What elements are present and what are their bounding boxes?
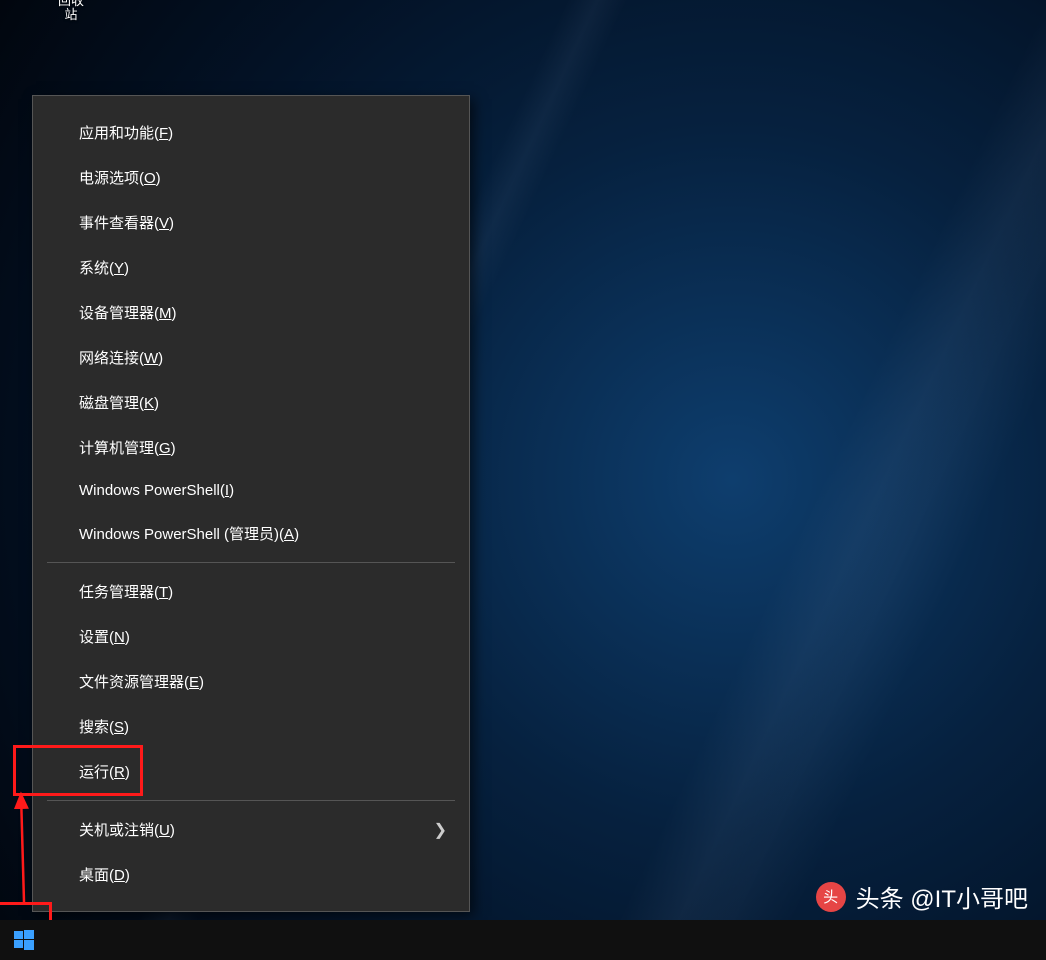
menu-separator xyxy=(47,562,455,563)
menu-item-label: 应用和功能(F) xyxy=(79,122,173,143)
menu-item-label: 桌面(D) xyxy=(79,864,130,885)
menu-item-label: 设置(N) xyxy=(79,626,130,647)
menu-item-settings[interactable]: 设置(N) xyxy=(33,614,469,659)
menu-item-desktop[interactable]: 桌面(D) xyxy=(33,852,469,897)
menu-item-label: 电源选项(O) xyxy=(79,167,161,188)
watermark-text: 头条 @IT小哥吧 xyxy=(856,879,1028,914)
menu-item-label: 磁盘管理(K) xyxy=(79,392,159,413)
start-button[interactable] xyxy=(0,920,48,960)
menu-item-label: Windows PowerShell(I) xyxy=(79,482,234,499)
taskbar xyxy=(0,920,1046,960)
menu-item-label: 网络连接(W) xyxy=(79,347,163,368)
menu-item-task-manager[interactable]: 任务管理器(T) xyxy=(33,569,469,614)
menu-item-run[interactable]: 运行(R) xyxy=(33,749,469,794)
menu-item-computer-management[interactable]: 计算机管理(G) xyxy=(33,425,469,470)
menu-item-shutdown-signout[interactable]: 关机或注销(U) ❯ xyxy=(33,807,469,852)
menu-item-device-manager[interactable]: 设备管理器(M) xyxy=(33,290,469,335)
watermark: 头 头条 @IT小哥吧 xyxy=(816,879,1028,914)
menu-item-label: Windows PowerShell (管理员)(A) xyxy=(79,523,299,544)
menu-item-label: 关机或注销(U) xyxy=(79,819,175,840)
menu-item-disk-management[interactable]: 磁盘管理(K) xyxy=(33,380,469,425)
menu-item-label: 设备管理器(M) xyxy=(79,302,177,323)
menu-separator xyxy=(47,800,455,801)
winx-context-menu: 应用和功能(F) 电源选项(O) 事件查看器(V) 系统(Y) 设备管理器(M) 网络连接… xyxy=(32,95,470,912)
menu-item-powershell-admin[interactable]: Windows PowerShell (管理员)(A) xyxy=(33,511,469,556)
chevron-right-icon: ❯ xyxy=(434,820,447,840)
menu-item-label: 运行(R) xyxy=(79,761,130,782)
menu-item-label: 计算机管理(G) xyxy=(79,437,176,458)
watermark-logo-icon: 头 xyxy=(816,882,846,912)
menu-item-powershell[interactable]: Windows PowerShell(I) xyxy=(33,470,469,511)
menu-item-network-connections[interactable]: 网络连接(W) xyxy=(33,335,469,380)
menu-item-label: 搜索(S) xyxy=(79,716,129,737)
menu-item-label: 事件查看器(V) xyxy=(79,212,174,233)
windows-logo-icon xyxy=(14,930,34,950)
menu-item-apps-and-features[interactable]: 应用和功能(F) xyxy=(33,110,469,155)
menu-item-label: 系统(Y) xyxy=(79,257,129,278)
menu-item-power-options[interactable]: 电源选项(O) xyxy=(33,155,469,200)
menu-item-file-explorer[interactable]: 文件资源管理器(E) xyxy=(33,659,469,704)
menu-item-system[interactable]: 系统(Y) xyxy=(33,245,469,290)
menu-item-label: 文件资源管理器(E) xyxy=(79,671,204,692)
menu-item-label: 任务管理器(T) xyxy=(79,581,173,602)
menu-item-event-viewer[interactable]: 事件查看器(V) xyxy=(33,200,469,245)
menu-item-search[interactable]: 搜索(S) xyxy=(33,704,469,749)
recycle-bin-label: 回收站 xyxy=(52,0,90,22)
